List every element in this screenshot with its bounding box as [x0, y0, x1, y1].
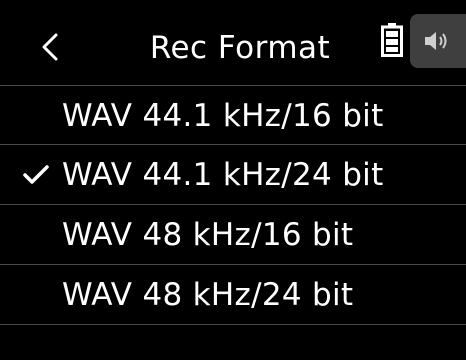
format-list: WAV 44.1 kHz/16 bit WAV 44.1 kHz/24 bit …: [0, 85, 466, 325]
list-item-wav-44-16[interactable]: WAV 44.1 kHz/16 bit: [0, 85, 466, 145]
header-bar: Rec Format: [0, 0, 466, 90]
page-title: Rec Format: [149, 30, 331, 66]
list-item-wav-44-24[interactable]: WAV 44.1 kHz/24 bit: [0, 145, 466, 205]
battery-icon: [381, 23, 403, 57]
rec-format-screen: Rec Format WAV 44.1 kHz/16 bit WAV 44.1 …: [0, 0, 466, 360]
back-button[interactable]: [22, 22, 78, 72]
list-item-label: WAV 48 kHz/16 bit: [62, 217, 354, 253]
chevron-left-icon: [42, 33, 58, 61]
list-item-label: WAV 44.1 kHz/16 bit: [62, 98, 384, 134]
checkmark-icon: [23, 165, 49, 184]
list-item-label: WAV 48 kHz/24 bit: [62, 277, 354, 313]
list-item-wav-48-24[interactable]: WAV 48 kHz/24 bit: [0, 265, 466, 325]
speaker-button[interactable]: [410, 14, 466, 68]
speaker-icon: [425, 32, 447, 50]
list-item-label: WAV 44.1 kHz/24 bit: [62, 157, 384, 193]
list-item-wav-48-16[interactable]: WAV 48 kHz/16 bit: [0, 205, 466, 265]
